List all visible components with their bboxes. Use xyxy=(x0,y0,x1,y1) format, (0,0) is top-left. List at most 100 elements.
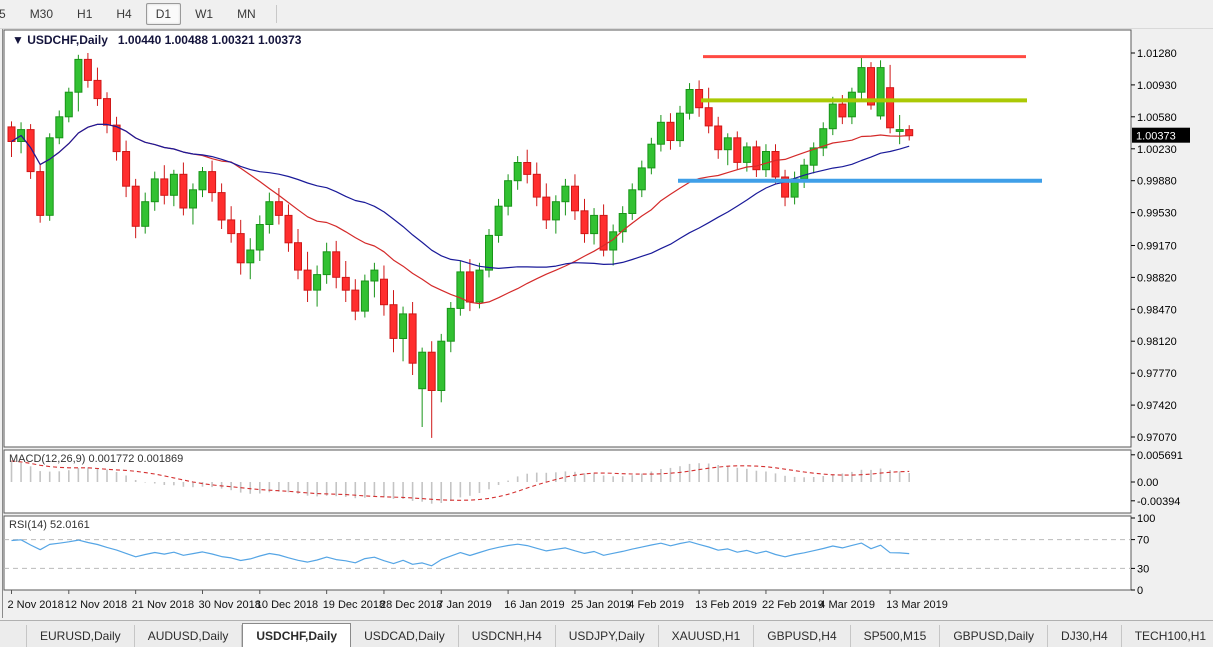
chart-tab-usdcnh[interactable]: USDCNH,H4 xyxy=(458,625,556,647)
bear-candle xyxy=(112,124,121,153)
bull-candle xyxy=(800,164,809,180)
rsi-tick-label: 70 xyxy=(1137,535,1149,547)
bear-candle xyxy=(666,121,675,142)
date-tick-label[interactable]: 13 Mar 2019 xyxy=(886,599,948,611)
bull-candle xyxy=(150,178,159,203)
price-tick-label: 1.00580 xyxy=(1137,112,1177,124)
timeframe-button-h1[interactable]: H1 xyxy=(67,3,102,25)
bull-candle xyxy=(456,271,465,309)
date-tick-label[interactable]: 2 Nov 2018 xyxy=(8,599,64,611)
toolbar-separator xyxy=(275,5,277,23)
chart-tab-dj30[interactable]: DJ30,H4 xyxy=(1048,625,1122,647)
chart-tab-usdjpy[interactable]: USDJPY,Daily xyxy=(555,625,659,647)
bear-candle xyxy=(733,137,742,163)
chart-tab-gbpusd[interactable]: GBPUSD,Daily xyxy=(940,625,1049,647)
price-tick-label: 0.99530 xyxy=(1137,208,1177,220)
bull-candle xyxy=(561,185,570,203)
rsi-panel[interactable] xyxy=(3,515,1132,591)
bull-candle xyxy=(446,307,455,342)
date-tick-label[interactable]: 16 Jan 2019 xyxy=(504,599,565,611)
bull-candle xyxy=(590,214,599,235)
macd-tick-label: -0.00394 xyxy=(1137,496,1180,508)
current-price-label: 1.00373 xyxy=(1136,131,1176,143)
date-tick-label[interactable]: 21 Nov 2018 xyxy=(132,599,194,611)
date-tick-label[interactable]: 22 Feb 2019 xyxy=(762,599,824,611)
date-tick-label[interactable]: 7 Jan 2019 xyxy=(437,599,491,611)
price-tick-label: 0.97420 xyxy=(1137,400,1177,412)
bear-candle xyxy=(83,58,92,81)
bull-candle xyxy=(64,91,73,118)
bear-candle xyxy=(103,98,111,126)
date-tick-label[interactable]: 28 Dec 2018 xyxy=(380,599,442,611)
chart-tab-eurusd[interactable]: EURUSD,Daily xyxy=(26,625,135,647)
bull-candle xyxy=(265,201,274,225)
date-tick-label[interactable]: 30 Nov 2018 xyxy=(199,599,261,611)
bull-candle xyxy=(313,274,322,291)
bear-candle xyxy=(332,251,341,278)
bear-candle xyxy=(351,289,360,312)
bear-candle xyxy=(179,173,188,209)
chart-canvas[interactable]: ▼ USDCHF,Daily 1.00440 1.00488 1.00321 1.… xyxy=(0,28,1213,620)
date-tick-label[interactable]: 10 Dec 2018 xyxy=(256,599,318,611)
date-tick-label[interactable]: 19 Dec 2018 xyxy=(323,599,385,611)
bull-candle xyxy=(360,280,369,312)
timeframe-button-w1[interactable]: W1 xyxy=(185,3,223,25)
bear-candle xyxy=(131,185,140,227)
timeframe-button-d1[interactable]: D1 xyxy=(145,3,182,25)
bull-candle xyxy=(55,116,64,139)
bear-candle xyxy=(208,171,217,194)
main-price-panel[interactable] xyxy=(3,29,1132,448)
bear-candle xyxy=(26,129,35,173)
chart-tab-usdchf[interactable]: USDCHF,Daily xyxy=(242,623,352,647)
chart-tab-xauusd[interactable]: XAUUSD,H1 xyxy=(658,625,755,647)
bear-candle xyxy=(580,210,589,235)
rsi-label: RSI(14) 52.0161 xyxy=(9,519,90,531)
bull-candle xyxy=(513,162,522,182)
chart-tab-tech100[interactable]: TECH100,H1 xyxy=(1121,625,1213,647)
bear-candle xyxy=(284,214,293,244)
date-tick-label[interactable]: 13 Feb 2019 xyxy=(695,599,757,611)
chart-tab-bar: EURUSD,Daily AUDUSD,Daily USDCHF,Daily USDC… xyxy=(0,620,1213,647)
timeframe-button-5[interactable]: 5 xyxy=(0,3,16,25)
bull-candle xyxy=(322,251,331,276)
bull-candle xyxy=(857,67,866,93)
timeframe-button-m30[interactable]: M30 xyxy=(20,3,63,25)
chart-tab-gbpusd[interactable]: GBPUSD,H4 xyxy=(754,625,851,647)
bull-candle xyxy=(504,180,513,207)
date-tick-label[interactable]: 12 Nov 2018 xyxy=(65,599,127,611)
bear-candle xyxy=(838,103,847,118)
bull-candle xyxy=(656,121,665,145)
price-tick-label: 1.00230 xyxy=(1137,144,1177,156)
timeframe-button-h4[interactable]: H4 xyxy=(106,3,141,25)
bear-candle xyxy=(523,162,532,175)
rsi-tick-label: 100 xyxy=(1137,513,1155,525)
bull-candle xyxy=(189,189,197,209)
date-tick-label[interactable]: 25 Jan 2019 xyxy=(571,599,632,611)
bear-candle xyxy=(886,87,895,129)
price-tick-label: 1.00930 xyxy=(1137,80,1177,92)
rsi-tick-label: 0 xyxy=(1137,585,1143,597)
macd-label: MACD(12,26,9) 0.001772 0.001869 xyxy=(9,453,183,465)
bull-candle xyxy=(762,151,770,171)
bear-candle xyxy=(341,276,350,291)
chart-tab-usdcad[interactable]: USDCAD,Daily xyxy=(351,625,459,647)
macd-tick-label: 0.00 xyxy=(1137,477,1158,489)
price-tick-label: 0.99170 xyxy=(1137,241,1177,253)
bull-candle xyxy=(141,201,150,227)
date-tick-label[interactable]: 4 Feb 2019 xyxy=(628,599,684,611)
chart-tab-audusd[interactable]: AUDUSD,Daily xyxy=(134,625,243,647)
bear-candle xyxy=(427,351,436,392)
bear-candle xyxy=(303,269,312,291)
bull-candle xyxy=(45,137,54,216)
bear-candle xyxy=(122,151,131,187)
bear-candle xyxy=(714,125,723,151)
price-tick-label: 0.98470 xyxy=(1137,304,1177,316)
bear-candle xyxy=(274,201,283,216)
bear-candle xyxy=(571,185,579,212)
bear-candle xyxy=(542,196,551,221)
bull-candle xyxy=(847,91,856,118)
bull-candle xyxy=(742,146,751,163)
chart-tab-sp500[interactable]: SP500,M15 xyxy=(850,625,941,647)
date-tick-label[interactable]: 4 Mar 2019 xyxy=(819,599,875,611)
timeframe-button-mn[interactable]: MN xyxy=(227,3,266,25)
